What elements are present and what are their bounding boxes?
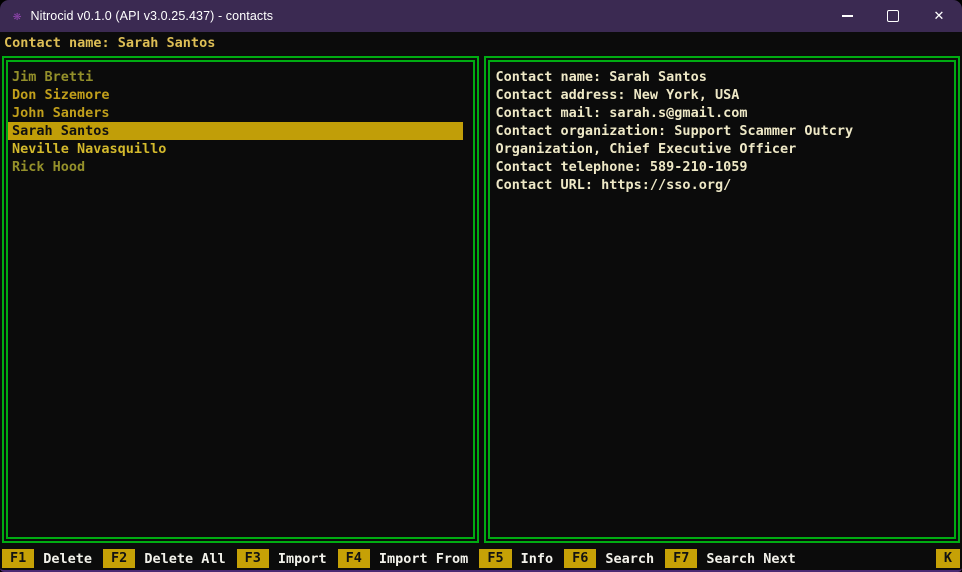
window-title: Nitrocid v0.1.0 (API v3.0.25.437) - cont… (30, 9, 273, 23)
keybinding-key[interactable]: F7 (665, 549, 697, 568)
close-icon: ✕ (934, 9, 945, 24)
keybinding-label: Search (605, 551, 654, 567)
keybinding-label: Search Next (706, 551, 795, 567)
contact-list-item[interactable]: John Sanders (8, 104, 473, 122)
keybinding-entry: F2 Delete All (103, 549, 226, 568)
window-controls: ✕ (824, 0, 962, 32)
keybinding-label: Import From (379, 551, 468, 567)
keybindings-more-key[interactable]: K (936, 549, 960, 568)
keybinding-entry: F3 Import (237, 549, 327, 568)
keybinding-key[interactable]: F4 (338, 549, 370, 568)
keybinding-label: Delete All (144, 551, 225, 567)
contact-list-item[interactable]: Neville Navasquillo (8, 140, 473, 158)
contact-details: Contact name: Sarah SantosContact addres… (490, 62, 955, 194)
contact-list-item[interactable]: Rick Hood (8, 158, 473, 176)
titlebar: ❋ Nitrocid v0.1.0 (API v3.0.25.437) - co… (0, 0, 962, 32)
contact-list-item[interactable]: Don Sizemore (8, 86, 473, 104)
keybinding-entry: F1 Delete (2, 549, 92, 568)
keybindings-statusbar: F1 Delete F2 Delete All F3 Import F4 Import Fro… (0, 547, 962, 570)
keybinding-label: Info (521, 551, 554, 567)
main-panels: Jim BrettiDon SizemoreJohn SandersSarah … (0, 56, 962, 543)
contact-detail-line: Contact name: Sarah Santos (496, 68, 955, 86)
app-icon: ❋ (13, 9, 21, 23)
contact-list-item[interactable]: Jim Bretti (8, 68, 473, 86)
contacts-list-panel: Jim BrettiDon SizemoreJohn SandersSarah … (2, 56, 479, 543)
keybinding-entry: F6 Search (564, 549, 654, 568)
selected-contact-header: Contact name: Sarah Santos (0, 32, 962, 56)
keybinding-label: Delete (43, 551, 92, 567)
close-button[interactable]: ✕ (916, 0, 962, 32)
keybinding-key[interactable]: F6 (564, 549, 596, 568)
keybinding-key[interactable]: F5 (479, 549, 511, 568)
minimize-icon (842, 15, 853, 17)
minimize-button[interactable] (824, 0, 870, 32)
contact-detail-line: Contact mail: sarah.s@gmail.com (496, 104, 955, 122)
app-window: ❋ Nitrocid v0.1.0 (API v3.0.25.437) - co… (0, 0, 962, 572)
keybinding-key[interactable]: F1 (2, 549, 34, 568)
maximize-icon (887, 10, 899, 22)
contact-detail-line: Contact telephone: 589-210-1059 (496, 158, 955, 176)
contact-detail-line: Contact URL: https://sso.org/ (496, 176, 955, 194)
contact-detail-line: Contact address: New York, USA (496, 86, 955, 104)
maximize-button[interactable] (870, 0, 916, 32)
contact-list-item[interactable]: Sarah Santos (8, 122, 463, 140)
keybinding-label: Import (278, 551, 327, 567)
keybinding-entry: F4 Import From (338, 549, 469, 568)
contact-detail-line: Organization, Chief Executive Officer (496, 140, 955, 158)
keybinding-entry: F5 Info (479, 549, 553, 568)
contact-detail-line: Contact organization: Support Scammer Ou… (496, 122, 955, 140)
keybinding-entry: F7 Search Next (665, 549, 796, 568)
keybinding-key[interactable]: F2 (103, 549, 135, 568)
keybinding-key[interactable]: F3 (237, 549, 269, 568)
contact-list: Jim BrettiDon SizemoreJohn SandersSarah … (8, 62, 473, 176)
contact-details-panel: Contact name: Sarah SantosContact addres… (484, 56, 961, 543)
